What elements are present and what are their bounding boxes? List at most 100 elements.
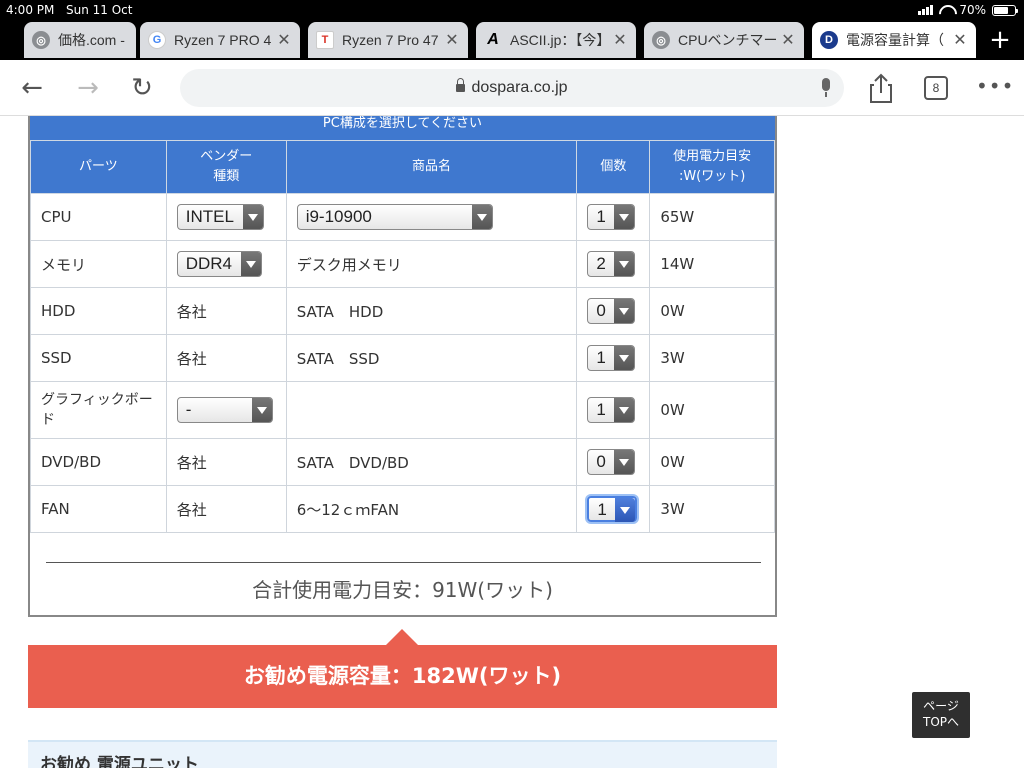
close-icon[interactable]: ✕ (612, 30, 628, 50)
tab-ryzen-pro[interactable]: T Ryzen 7 Pro 47 ✕ (308, 22, 468, 58)
microphone-icon[interactable] (820, 78, 832, 98)
count-select[interactable]: 2 (587, 251, 636, 277)
pointer-arrow (386, 629, 418, 645)
close-icon[interactable]: ✕ (276, 30, 292, 50)
tab-title: Ryzen 7 Pro 47 (342, 32, 439, 48)
part-name: DVD/BD (30, 438, 167, 486)
tab-title: 価格.com - (58, 32, 125, 48)
count-select[interactable]: 0 (587, 449, 636, 475)
tab-cpu-bench[interactable]: ◎ CPUベンチマー ✕ (644, 22, 804, 58)
back-button[interactable]: ← (16, 72, 48, 104)
table-row-hdd: HDD 各社 SATA HDD 0 0W (30, 287, 775, 335)
count-select[interactable]: 1 (587, 496, 638, 522)
power-value: 3W (649, 334, 775, 382)
status-indicators: 70% (918, 3, 1018, 17)
tab-ascii[interactable]: A ASCII.jp：【今】 ✕ (476, 22, 636, 58)
forward-button[interactable]: → (72, 72, 104, 104)
table-header-row: パーツ ベンダー 種類 商品名 個数 使用電力目安:W(ワット) (30, 140, 775, 194)
page-top-button[interactable]: ページ TOPへ (912, 692, 970, 738)
chevron-down-icon (251, 398, 272, 422)
vendor-name: 各社 (165, 287, 287, 335)
chevron-down-icon (614, 299, 635, 323)
vendor-select[interactable]: DDR4 (176, 251, 262, 277)
part-name: HDD (30, 287, 167, 335)
part-name: グラフィックボード (30, 381, 167, 439)
chevron-down-icon (615, 498, 636, 522)
status-bar: 4:00 PM Sun 11 Oct 70% (0, 0, 1024, 20)
tab-switcher-button[interactable]: 8 (924, 76, 948, 100)
chevron-down-icon (614, 398, 635, 422)
product-name: SATA DVD/BD (285, 438, 578, 486)
battery-level (994, 6, 1008, 14)
total-power: 合計使用電力目安：91W(ワット) (252, 578, 553, 602)
new-tab-button[interactable]: + (986, 26, 1014, 54)
vendor-select[interactable]: INTEL (176, 204, 264, 230)
product-select[interactable]: i9-10900 (296, 204, 493, 230)
google-icon: G (148, 31, 166, 49)
address-bar[interactable]: dospara.co.jp (180, 69, 844, 107)
recommended-psu-capacity: お勧め電源容量：182W(ワット) (28, 645, 777, 708)
page-top-label-1: ページ (923, 699, 959, 713)
chevron-down-icon (614, 205, 635, 229)
header-count: 個数 (576, 140, 651, 194)
tab-google-ryzen[interactable]: G Ryzen 7 PRO 4 ✕ (140, 22, 300, 58)
wifi-icon (939, 5, 953, 15)
vendor-name: 各社 (165, 334, 287, 382)
more-menu-button[interactable]: ••• (976, 70, 1013, 102)
count-select[interactable]: 1 (587, 397, 636, 423)
ascii-icon: A (487, 31, 499, 48)
tab-kakaku[interactable]: ◎ 価格.com - (24, 22, 136, 58)
tab-title: 電源容量計算（ (846, 32, 944, 48)
reload-button[interactable]: ↻ (126, 72, 158, 104)
table-row-graphics: グラフィックボード - 1 0W (30, 381, 775, 439)
power-value: 14W (649, 240, 775, 288)
power-value: 3W (649, 485, 775, 533)
dospara-icon: D (820, 31, 838, 49)
lock-icon (456, 78, 466, 93)
globe-icon: ◎ (32, 31, 50, 49)
table-row-dvd: DVD/BD 各社 SATA DVD/BD 0 0W (30, 438, 775, 486)
part-name: SSD (30, 334, 167, 382)
power-value: 0W (649, 438, 775, 486)
count-select[interactable]: 1 (587, 345, 636, 371)
chevron-down-icon (614, 450, 635, 474)
vendor-name: 各社 (165, 485, 287, 533)
product-name (285, 381, 578, 439)
header-vendor: ベンダー 種類 (165, 140, 287, 194)
close-icon[interactable]: ✕ (780, 30, 796, 50)
close-icon[interactable]: ✕ (444, 30, 460, 50)
part-name: CPU (30, 193, 167, 241)
product-name: SATA HDD (285, 287, 578, 335)
status-date: Sun 11 Oct (66, 3, 133, 17)
tab-dospara-active[interactable]: D 電源容量計算（ ✕ (812, 22, 976, 58)
chevron-down-icon (614, 346, 635, 370)
header-power: 使用電力目安:W(ワット) (649, 140, 775, 194)
power-value: 0W (649, 381, 775, 439)
chevron-down-icon (242, 205, 263, 229)
part-name: FAN (30, 485, 167, 533)
table-row-ssd: SSD 各社 SATA SSD 1 3W (30, 334, 775, 382)
status-time: 4:00 PM (6, 3, 55, 17)
page-top-label-2: TOPへ (922, 715, 959, 729)
calculator-caption: PC構成を選択してください (30, 116, 775, 140)
t-icon: T (316, 31, 334, 49)
tab-title: Ryzen 7 PRO 4 (174, 32, 272, 48)
power-value: 0W (649, 287, 775, 335)
chevron-down-icon (471, 205, 492, 229)
table-row-memory: メモリ DDR4 デスク用メモリ 2 14W (30, 240, 775, 288)
power-value: 65W (649, 193, 775, 241)
count-select[interactable]: 1 (587, 204, 636, 230)
product-name: SATA SSD (285, 334, 578, 382)
browser-toolbar: ← → ↻ dospara.co.jp 8 ••• (0, 60, 1024, 116)
table-row-fan: FAN 各社 6〜12ｃｍFAN 1 3W (30, 485, 775, 533)
chevron-down-icon (614, 252, 635, 276)
vendor-select[interactable]: - (176, 397, 273, 423)
tab-title: ASCII.jp：【今】 (510, 32, 608, 48)
globe-icon: ◎ (652, 31, 670, 49)
close-icon[interactable]: ✕ (952, 30, 968, 50)
count-select[interactable]: 0 (587, 298, 636, 324)
share-icon (870, 73, 892, 103)
share-button[interactable] (866, 72, 896, 104)
header-product: 商品名 (285, 140, 578, 194)
tab-strip: ◎ 価格.com - G Ryzen 7 PRO 4 ✕ T Ryzen 7 P… (0, 20, 1024, 60)
